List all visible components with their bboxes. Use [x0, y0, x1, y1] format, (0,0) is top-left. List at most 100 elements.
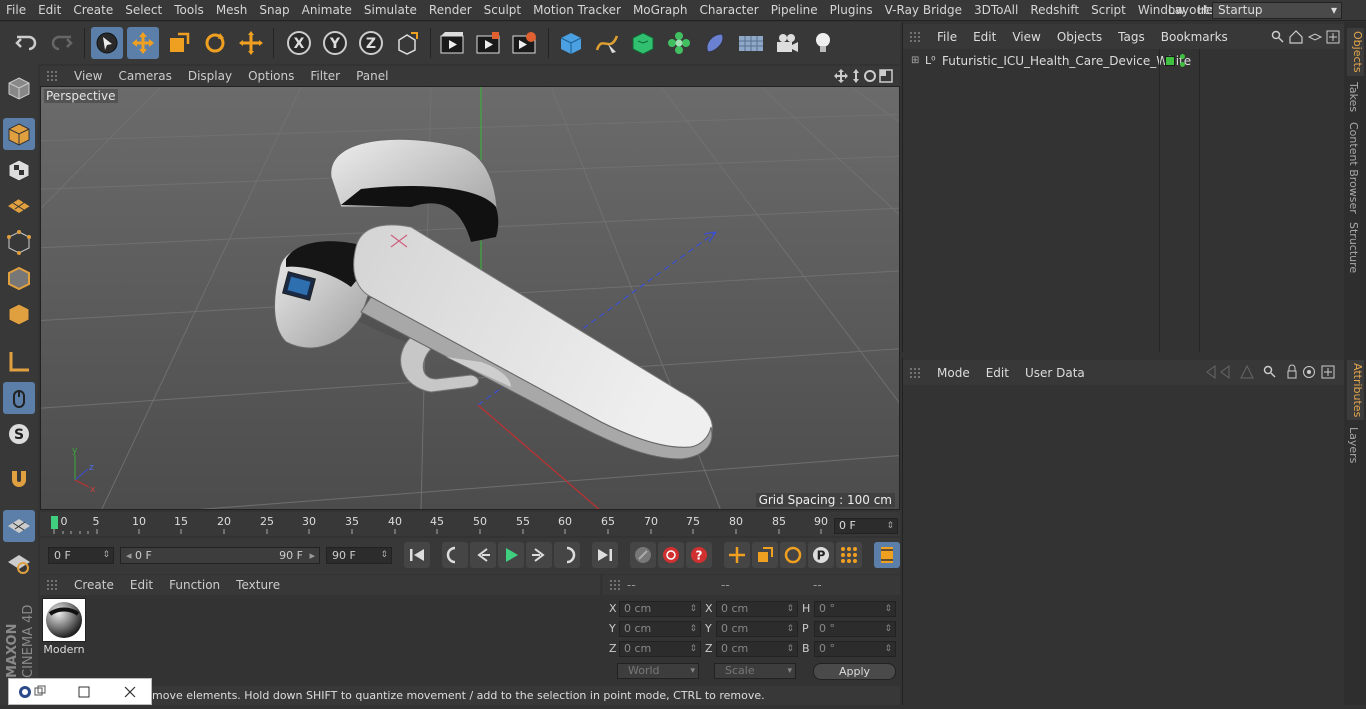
key-point-level-icon[interactable]	[836, 542, 862, 568]
objects-menu-tags[interactable]: Tags	[1110, 30, 1153, 44]
viewport-menu-options[interactable]: Options	[240, 69, 302, 83]
attributes-menu-user-data[interactable]: User Data	[1017, 366, 1093, 380]
objects-menu-view[interactable]: View	[1004, 30, 1048, 44]
points-mode-icon[interactable]	[3, 226, 35, 258]
objects-menu-objects[interactable]: Objects	[1049, 30, 1110, 44]
viewport-menu-cameras[interactable]: Cameras	[110, 69, 179, 83]
y-axis-icon[interactable]: Y	[319, 27, 351, 59]
select-arrow-icon[interactable]	[91, 27, 123, 59]
object-manager-tools-icons[interactable]	[1271, 30, 1341, 44]
viewport-menu-filter[interactable]: Filter	[302, 69, 348, 83]
menu-sculpt[interactable]: Sculpt	[478, 3, 527, 17]
move-icon[interactable]	[127, 27, 159, 59]
end-frame-field[interactable]: 90 F ⇕	[326, 547, 392, 564]
record-disabled-icon[interactable]	[630, 542, 656, 568]
maximize-window-icon[interactable]	[71, 683, 97, 703]
tweak-mouse-icon[interactable]	[3, 382, 35, 414]
menu-plugins[interactable]: Plugins	[824, 3, 879, 17]
editor-visibility-dot[interactable]	[1180, 54, 1185, 59]
restore-window-icon[interactable]	[17, 683, 45, 703]
coordinate-system-icon[interactable]	[391, 27, 423, 59]
menu-tools[interactable]: Tools	[168, 3, 210, 17]
menu-redshift[interactable]: Redshift	[1024, 3, 1085, 17]
key-scale-icon[interactable]	[752, 542, 778, 568]
menu-animate[interactable]: Animate	[296, 3, 358, 17]
apply-button[interactable]: Apply	[813, 663, 896, 680]
panel-grip[interactable]	[609, 579, 621, 591]
go-to-start-icon[interactable]	[404, 542, 430, 568]
menu-mesh[interactable]: Mesh	[210, 3, 254, 17]
objects-menu-edit[interactable]: Edit	[965, 30, 1004, 44]
size-x-field[interactable]: 0 cm ⇕	[716, 601, 798, 617]
menu-edit[interactable]: Edit	[32, 3, 67, 17]
viewport-menu-view[interactable]: View	[66, 69, 110, 83]
snap-icon[interactable]: S	[3, 418, 35, 450]
polygons-mode-icon[interactable]	[3, 298, 35, 330]
menu-character[interactable]: Character	[693, 3, 764, 17]
next-frame-icon[interactable]	[526, 542, 552, 568]
timeline-window-icon[interactable]	[874, 542, 900, 568]
cloner-icon[interactable]	[663, 27, 695, 59]
viewport-menu-display[interactable]: Display	[180, 69, 240, 83]
undo-icon[interactable]	[10, 27, 42, 59]
key-parameter-icon[interactable]: P	[808, 542, 834, 568]
grid-lock-icon[interactable]	[3, 510, 35, 542]
tab-takes[interactable]: Takes	[1347, 82, 1360, 112]
camera-icon[interactable]	[771, 27, 803, 59]
render-view-icon[interactable]	[436, 27, 468, 59]
perspective-viewport[interactable]: y z x Perspective Grid Spacing : 100 cm	[40, 86, 900, 510]
model-mode-icon[interactable]	[3, 118, 35, 150]
panel-grip[interactable]	[909, 30, 921, 43]
range-left-arrow-icon[interactable]: ◂	[126, 549, 132, 562]
previous-frame-icon[interactable]	[470, 542, 496, 568]
material-swatch[interactable]: Modern	[42, 598, 86, 656]
tab-structure[interactable]: Structure	[1347, 222, 1360, 273]
tab-content-browser[interactable]: Content Browser	[1347, 122, 1360, 214]
menu-vray-bridge[interactable]: V-Ray Bridge	[879, 3, 968, 17]
previous-key-icon[interactable]	[442, 542, 468, 568]
deformer-icon[interactable]	[699, 27, 731, 59]
menu-simulate[interactable]: Simulate	[358, 3, 423, 17]
axis-icon[interactable]	[3, 346, 35, 378]
panel-grip[interactable]	[909, 366, 921, 379]
attributes-menu-mode[interactable]: Mode	[929, 366, 978, 380]
live-transform-icon[interactable]	[235, 27, 267, 59]
pen-spline-icon[interactable]	[591, 27, 623, 59]
size-y-field[interactable]: 0 cm ⇕	[716, 621, 798, 637]
close-window-icon[interactable]	[117, 683, 143, 703]
rotate-icon[interactable]	[199, 27, 231, 59]
edges-mode-icon[interactable]	[3, 262, 35, 294]
workplane-rotate-icon[interactable]	[3, 546, 35, 578]
frame-range-slider[interactable]: ◂ 0 F 90 F ▸	[120, 547, 320, 564]
menu-snap[interactable]: Snap	[253, 3, 295, 17]
magnet-icon[interactable]	[3, 464, 35, 496]
menu-mograph[interactable]: MoGraph	[627, 3, 694, 17]
workplane-icon[interactable]	[3, 190, 35, 222]
viewport-nav-icons[interactable]	[834, 68, 896, 84]
menu-select[interactable]: Select	[119, 3, 168, 17]
tab-attributes[interactable]: Attributes	[1347, 360, 1364, 421]
rotation-h-field[interactable]: 0 ° ⇕	[814, 601, 896, 617]
menu-3dtoall[interactable]: 3DToAll	[968, 3, 1024, 17]
subdivision-icon[interactable]	[627, 27, 659, 59]
world-dropdown[interactable]: World ▾	[617, 663, 699, 679]
menu-script[interactable]: Script	[1085, 3, 1132, 17]
timeline-ruler[interactable]: 0 5 10 15 20 25 30 35 40 45 50 55 60 65 …	[40, 512, 900, 536]
position-z-field[interactable]: 0 cm ⇕	[619, 641, 701, 657]
autokey-help-icon[interactable]: ?	[686, 542, 712, 568]
scale-icon[interactable]	[163, 27, 195, 59]
start-frame-field[interactable]: 0 F ⇕	[48, 547, 114, 564]
tab-layers[interactable]: Layers	[1347, 427, 1360, 463]
material-menu-function[interactable]: Function	[161, 578, 228, 592]
position-y-field[interactable]: 0 cm ⇕	[619, 621, 701, 637]
panel-grip[interactable]	[46, 70, 58, 82]
light-icon[interactable]	[807, 27, 839, 59]
record-active-icon[interactable]	[658, 542, 684, 568]
attributes-menu-edit[interactable]: Edit	[978, 366, 1017, 380]
go-to-end-icon[interactable]	[592, 542, 618, 568]
key-rotate-icon[interactable]	[780, 542, 806, 568]
position-x-field[interactable]: 0 cm ⇕	[619, 601, 701, 617]
scale-dropdown[interactable]: Scale ▾	[714, 663, 796, 679]
material-menu-texture[interactable]: Texture	[228, 578, 288, 592]
objects-menu-bookmarks[interactable]: Bookmarks	[1153, 30, 1236, 44]
